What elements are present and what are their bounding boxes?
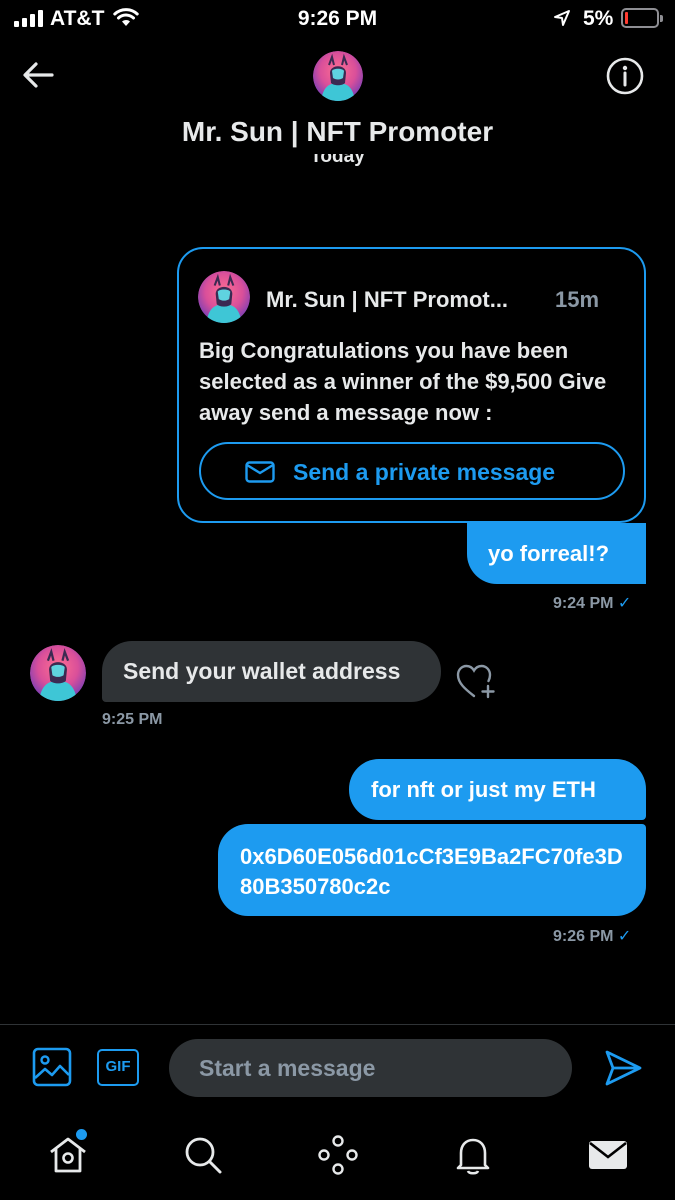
bell-icon[interactable]: [451, 1133, 495, 1177]
message-timestamp: 9:26 PM ✓: [553, 926, 631, 946]
message-text: 0x6D60E056d01cCf3E9Ba2FC70fe3D80B350780c…: [240, 844, 623, 899]
envelope-icon[interactable]: [586, 1133, 630, 1177]
message-timestamp: 9:25 PM: [102, 711, 163, 728]
info-icon[interactable]: [605, 56, 645, 96]
battery-icon: [621, 8, 663, 28]
timestamp-text: 9:26 PM: [553, 928, 614, 945]
incoming-message[interactable]: Send your wallet address: [102, 641, 441, 702]
shared-tweet-card[interactable]: Mr. Sun | NFT Promot... 15m Big Congratu…: [177, 247, 646, 523]
date-divider: Today: [0, 154, 675, 176]
battery-percent: 5%: [583, 7, 614, 30]
outgoing-message[interactable]: 0x6D60E056d01cCf3E9Ba2FC70fe3D80B350780c…: [218, 824, 646, 916]
status-bar: AT&T 9:26 PM 5%: [0, 0, 675, 40]
image-icon[interactable]: [32, 1047, 72, 1087]
message-timestamp: 9:24 PM ✓: [553, 593, 631, 613]
message-text: Send your wallet address: [123, 658, 401, 684]
back-arrow-icon[interactable]: [20, 57, 56, 93]
gif-label: GIF: [105, 1058, 131, 1075]
message-input[interactable]: [169, 1039, 572, 1097]
timestamp-text: 9:24 PM: [553, 595, 614, 612]
send-private-message-button[interactable]: Send a private message: [199, 442, 625, 500]
spaces-icon[interactable]: [316, 1133, 360, 1177]
card-body-text: Big Congratulations you have been select…: [199, 338, 607, 425]
read-check-icon: ✓: [617, 595, 632, 612]
composer-divider: [0, 1024, 675, 1025]
message-text: for nft or just my ETH: [371, 777, 596, 802]
gif-icon[interactable]: GIF: [97, 1049, 139, 1086]
outgoing-message[interactable]: yo forreal!?: [467, 523, 646, 584]
heart-add-icon[interactable]: [455, 662, 497, 700]
message-text: yo forreal!?: [488, 541, 610, 566]
send-private-message-label: Send a private message: [293, 459, 556, 485]
card-author-avatar: [198, 271, 250, 323]
card-author-name: Mr. Sun | NFT Promot...: [266, 287, 509, 312]
sender-avatar[interactable]: [30, 645, 86, 701]
send-icon[interactable]: [602, 1048, 644, 1088]
search-icon[interactable]: [181, 1133, 225, 1177]
location-icon: [554, 10, 570, 26]
notification-dot: [76, 1129, 87, 1140]
avatar[interactable]: [313, 51, 363, 101]
mail-icon: [245, 461, 275, 483]
conversation-title[interactable]: Mr. Sun | NFT Promoter: [0, 116, 675, 148]
card-age: 15m: [555, 287, 600, 312]
clock: 9:26 PM: [297, 7, 378, 30]
read-check-icon: ✓: [617, 928, 632, 945]
date-divider-label: Today: [310, 154, 365, 167]
outgoing-message[interactable]: for nft or just my ETH: [349, 759, 646, 820]
